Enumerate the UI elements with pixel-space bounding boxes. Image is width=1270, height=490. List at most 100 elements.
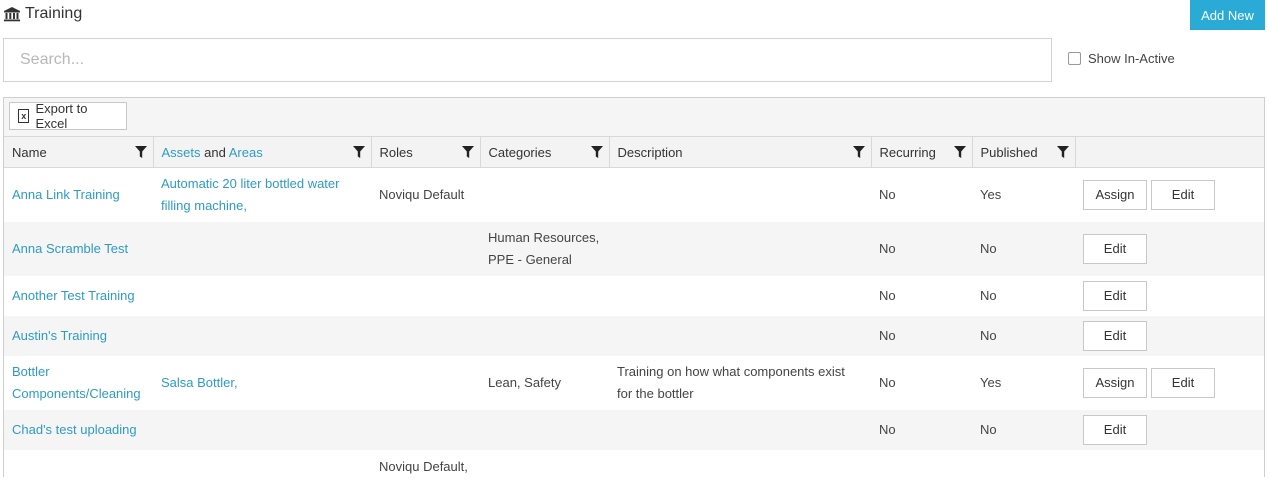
training-name-link[interactable] (4, 449, 153, 490)
training-name-link[interactable]: Anna Link Training (4, 167, 153, 222)
assets-header-link[interactable]: Assets (162, 145, 201, 160)
roles-cell: Noviqu Default (371, 167, 480, 222)
asset-link[interactable] (153, 315, 371, 356)
description-cell (609, 449, 871, 490)
areas-header-link[interactable]: Areas (229, 145, 263, 160)
search-input[interactable] (3, 38, 1052, 82)
roles-cell (371, 221, 480, 276)
recurring-cell: No (871, 275, 972, 316)
categories-cell (480, 315, 609, 356)
column-header-assets-areas[interactable]: Assets and Areas (153, 136, 372, 168)
training-table: Name Assets and Areas Roles Categories D… (4, 136, 1264, 490)
add-new-button[interactable]: Add New (1190, 0, 1265, 30)
asset-link[interactable]: Automatic 20 liter bottled water filling… (153, 167, 371, 222)
excel-file-icon: x (18, 109, 30, 123)
filter-icon[interactable] (852, 146, 865, 158)
table-row: Noviqu Default, (4, 449, 1264, 490)
recurring-cell: No (871, 167, 972, 222)
published-cell (972, 449, 1075, 490)
published-cell: Yes (972, 355, 1075, 410)
column-header-categories[interactable]: Categories (480, 136, 610, 168)
description-cell (609, 221, 871, 276)
categories-cell: Human Resources, PPE - General (480, 221, 609, 276)
page-title-text: Training (25, 5, 83, 22)
column-header-description[interactable]: Description (609, 136, 872, 168)
edit-button[interactable]: Edit (1083, 233, 1147, 264)
edit-button[interactable]: Edit (1083, 280, 1147, 311)
asset-link[interactable]: Salsa Bottler, (153, 355, 371, 410)
description-cell (609, 409, 871, 450)
asset-link[interactable] (153, 409, 371, 450)
training-name-link[interactable]: Bottler Components/Cleaning (4, 355, 153, 410)
recurring-cell: No (871, 409, 972, 450)
published-cell: No (972, 221, 1075, 276)
filter-icon[interactable] (461, 146, 474, 158)
column-header-roles[interactable]: Roles (371, 136, 481, 168)
filter-icon[interactable] (590, 146, 603, 158)
categories-cell: Lean, Safety (480, 355, 609, 410)
table-row: Bottler Components/Cleaning Salsa Bottle… (4, 355, 1264, 410)
training-name-link[interactable]: Austin's Training (4, 315, 153, 356)
show-inactive-checkbox[interactable] (1068, 51, 1081, 65)
published-cell: No (972, 409, 1075, 450)
description-cell (609, 275, 871, 316)
actions-cell: Assign Edit (1075, 355, 1264, 410)
filter-icon[interactable] (1056, 146, 1069, 158)
show-inactive-label: Show In-Active (1088, 50, 1175, 66)
column-header-recurring[interactable]: Recurring (871, 136, 973, 168)
description-cell (609, 315, 871, 356)
actions-cell: Assign Edit (1075, 167, 1264, 222)
filter-icon[interactable] (953, 146, 966, 158)
roles-cell (371, 355, 480, 410)
roles-cell: Noviqu Default, (371, 449, 480, 490)
asset-link[interactable] (153, 449, 371, 490)
table-row: Anna Link Training Automatic 20 liter bo… (4, 167, 1264, 222)
recurring-cell: No (871, 221, 972, 276)
filter-icon[interactable] (352, 146, 365, 158)
description-cell (609, 167, 871, 222)
asset-link[interactable] (153, 275, 371, 316)
categories-cell (480, 275, 609, 316)
roles-cell (371, 275, 480, 316)
export-excel-label: Export to Excel (35, 101, 88, 131)
column-header-published[interactable]: Published (972, 136, 1076, 168)
recurring-cell (871, 449, 972, 490)
column-header-name[interactable]: Name (4, 136, 154, 168)
table-header-row: Name Assets and Areas Roles Categories D… (4, 136, 1264, 168)
actions-cell: Edit (1075, 275, 1264, 316)
table-row: Anna Scramble Test Human Resources, PPE … (4, 221, 1264, 276)
training-grid: x Export to Excel Name Assets and Areas … (3, 97, 1265, 490)
grid-toolbar: x Export to Excel (4, 98, 1264, 136)
published-cell: No (972, 275, 1075, 316)
asset-link[interactable] (153, 221, 371, 276)
assign-button[interactable]: Assign (1083, 367, 1147, 398)
published-cell: No (972, 315, 1075, 356)
training-name-link[interactable]: Another Test Training (4, 275, 153, 316)
recurring-cell: No (871, 315, 972, 356)
table-row: Another Test Training No No Edit (4, 275, 1264, 316)
column-header-actions (1075, 136, 1264, 168)
export-excel-button[interactable]: x Export to Excel (9, 101, 127, 131)
page-title: Training (3, 4, 82, 24)
training-name-link[interactable]: Chad's test uploading (4, 409, 153, 450)
edit-button[interactable]: Edit (1151, 367, 1215, 398)
assign-button[interactable]: Assign (1083, 179, 1147, 210)
edit-button[interactable]: Edit (1083, 414, 1147, 445)
table-row: Austin's Training No No Edit (4, 315, 1264, 356)
categories-cell (480, 409, 609, 450)
table-row: Chad's test uploading No No Edit (4, 409, 1264, 450)
published-cell: Yes (972, 167, 1075, 222)
actions-cell (1075, 449, 1264, 490)
institution-icon (4, 7, 20, 22)
training-name-link[interactable]: Anna Scramble Test (4, 221, 153, 276)
filter-icon[interactable] (134, 146, 147, 158)
edit-button[interactable]: Edit (1083, 320, 1147, 351)
actions-cell: Edit (1075, 409, 1264, 450)
actions-cell: Edit (1075, 315, 1264, 356)
actions-cell: Edit (1075, 221, 1264, 276)
categories-cell (480, 167, 609, 222)
description-cell: Training on how what components exist fo… (609, 355, 871, 410)
show-inactive-toggle[interactable]: Show In-Active (1068, 48, 1175, 68)
roles-cell (371, 409, 480, 450)
edit-button[interactable]: Edit (1151, 179, 1215, 210)
